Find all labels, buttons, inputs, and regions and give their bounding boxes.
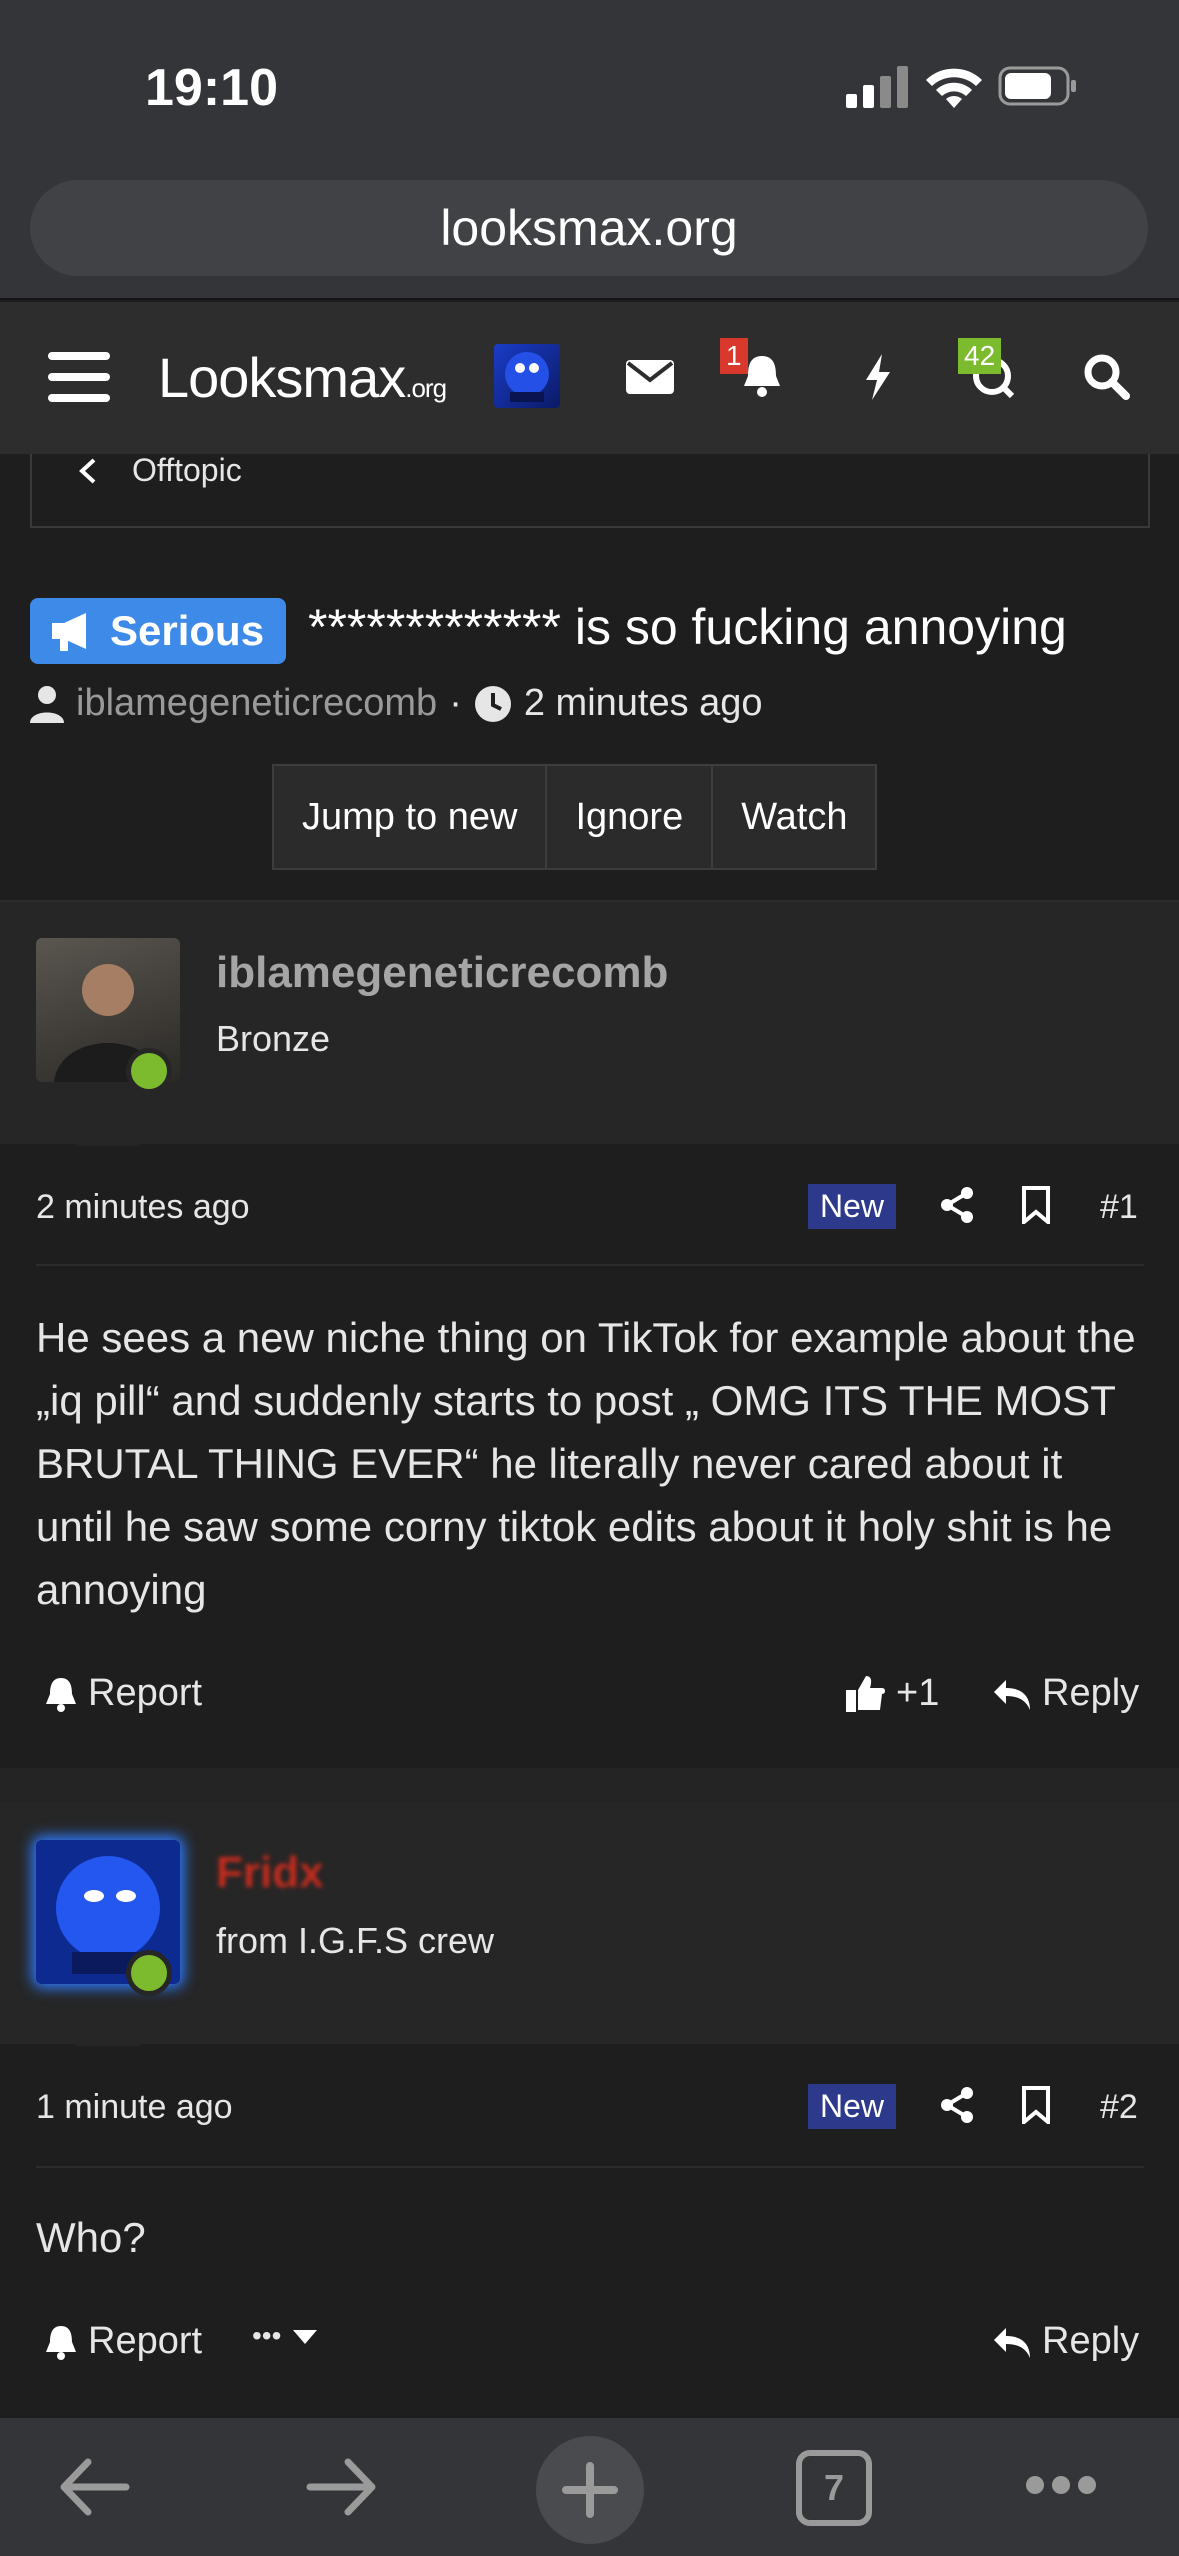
chevron-left-icon [79,458,96,483]
divider [36,2166,1144,2168]
back-arrow-icon[interactable] [58,2456,130,2518]
url-bar[interactable]: looksmax.org [30,180,1148,276]
new-tab-plus-icon[interactable] [536,2436,644,2544]
caret-down-icon [293,2330,318,2344]
watch-button[interactable]: Watch [713,766,875,868]
battery-icon [998,66,1076,106]
cellular-signal-icon [846,66,908,108]
reaction-count: +1 [896,1672,940,1714]
post-1-reaction[interactable]: +1 [844,1672,939,1715]
post-2-new-badge: New [808,2084,897,2129]
thread-action-buttons: Jump to new Ignore Watch [272,764,878,870]
tabs-count-button[interactable]: 7 [796,2450,872,2526]
post-1-username[interactable]: iblamegeneticrecomb [216,948,668,998]
lightning-icon[interactable] [848,346,908,406]
thread-meta: iblamegeneticrecomb · 2 minutes ago [30,682,763,725]
jump-to-new-button[interactable]: Jump to new [274,766,548,868]
online-indicator [126,1048,172,1094]
post-2-more-menu[interactable]: ••• [252,2320,319,2352]
thread-time: 2 minutes ago [523,682,763,724]
conversations-badge: 42 [958,338,1002,374]
share-icon[interactable] [938,1186,976,1224]
prefix-label: Serious [110,607,265,654]
breadcrumb-label: Offtopic [132,452,242,488]
post-2-reply-button[interactable]: Reply [992,2320,1139,2363]
post-2-user-title: from I.G.F.S crew [216,1920,495,1961]
post-1-user-title: Bronze [216,1018,331,1059]
post-2-number[interactable]: #2 [1100,2088,1138,2127]
user-avatar[interactable] [494,344,560,408]
user-icon [30,685,64,723]
reply-icon [994,2327,1030,2358]
wifi-icon [926,68,982,108]
user-block-arrow [76,1112,140,1146]
reply-icon [994,1679,1030,1710]
site-logo[interactable]: Looksmax.org [158,345,447,410]
divider [36,1264,1144,1266]
post-1-new-badge: New [808,1184,897,1229]
post-2-time[interactable]: 1 minute ago [36,2088,233,2127]
post-1-number[interactable]: #1 [1100,1188,1138,1227]
clock-icon [474,685,511,722]
post-2-report-button[interactable]: Report [44,2320,202,2363]
bell-icon [46,1677,76,1712]
post-1-body: He sees a new niche thing on TikTok for … [36,1314,1136,1613]
post-1-reply-button[interactable]: Reply [992,1672,1139,1715]
more-dots-icon[interactable] [1024,2474,1098,2496]
online-indicator [126,1950,172,1996]
share-icon[interactable] [938,2086,976,2124]
search-icon[interactable] [1076,346,1136,406]
post-separator [0,1768,1179,1802]
meta-separator: · [449,682,462,724]
post-2-username[interactable]: Fridx [216,1848,324,1898]
user-block-arrow [76,2012,140,2046]
more-icon: ••• [252,2320,282,2351]
bookmark-icon[interactable] [1020,2086,1052,2124]
thumbs-up-icon [846,1675,885,1712]
ignore-button[interactable]: Ignore [547,766,714,868]
post-1-time[interactable]: 2 minutes ago [36,1188,250,1227]
breadcrumb[interactable]: Offtopic [76,452,242,489]
alerts-badge: 1 [720,338,748,374]
megaphone-icon [52,613,86,651]
inbox-icon[interactable] [620,346,680,406]
thread-author[interactable]: iblamegeneticrecomb [76,682,437,725]
forward-arrow-icon[interactable] [306,2456,378,2518]
post-2-body: Who? [36,2214,146,2261]
thread-title: ************* is so fucking annoying [308,599,1067,655]
bookmark-icon[interactable] [1020,1186,1052,1224]
post-1-report-button[interactable]: Report [44,1672,202,1715]
status-time: 19:10 [145,59,278,117]
menu-icon[interactable] [48,352,110,402]
thread-prefix-badge[interactable]: Serious [30,598,287,664]
bell-icon [46,2325,76,2360]
